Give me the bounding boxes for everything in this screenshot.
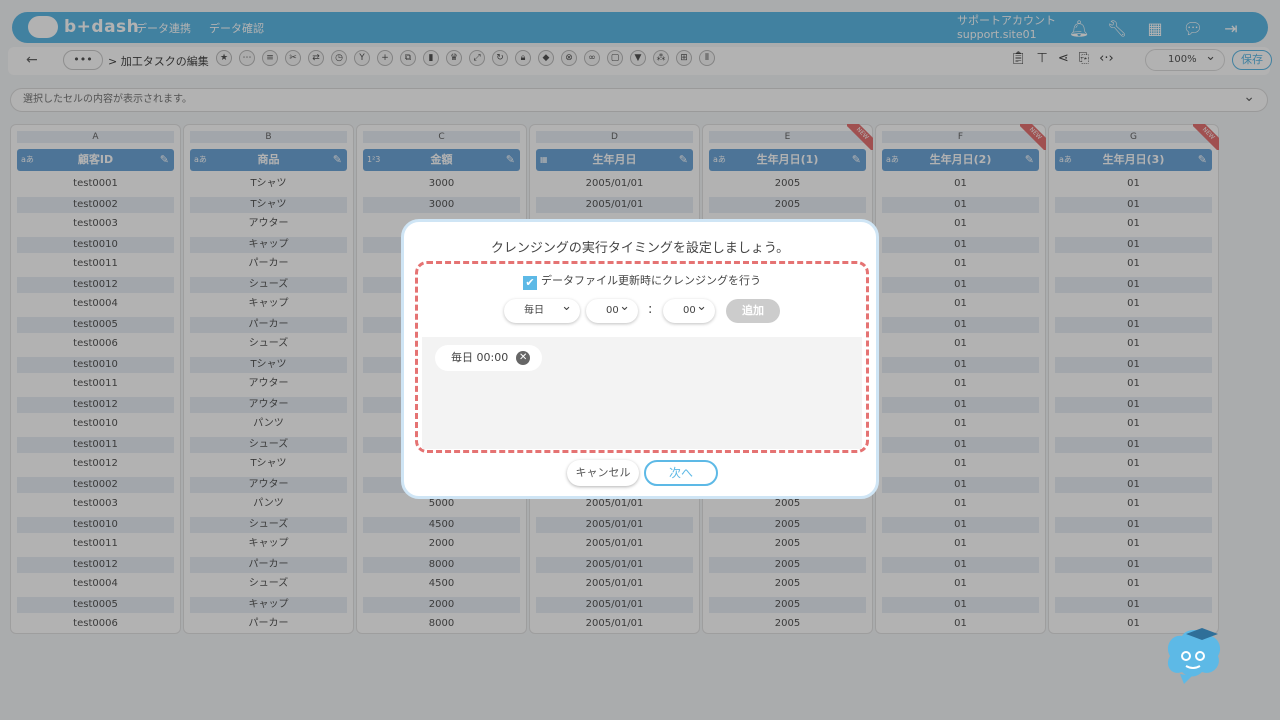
cleansing-checkbox-row[interactable]: ✔ データファイル更新時にクレンジングを行う xyxy=(418,272,866,290)
cancel-button[interactable]: キャンセル xyxy=(567,460,639,486)
schedule-chip-label: 毎日 00:00 xyxy=(451,351,509,364)
time-separator: : xyxy=(648,302,653,317)
checkbox-label: データファイル更新時にクレンジングを行う xyxy=(541,274,761,287)
schedule-chip: 毎日 00:00 ✕ xyxy=(435,345,543,371)
add-schedule-button[interactable]: 追加 xyxy=(726,299,780,323)
frequency-select[interactable]: 毎日 xyxy=(504,295,580,323)
highlight-region: ✔ データファイル更新時にクレンジングを行う 毎日 00 : 00 追加 毎日 0… xyxy=(415,261,869,453)
cleansing-timing-dialog: クレンジングの実行タイミングを設定しましょう。 ✔ データファイル更新時にクレンジ… xyxy=(401,219,879,499)
hour-select[interactable]: 00 xyxy=(586,295,638,323)
schedule-list: 毎日 00:00 ✕ xyxy=(422,337,862,449)
checkbox-checked-icon[interactable]: ✔ xyxy=(523,276,537,290)
mascot-brain-icon[interactable] xyxy=(1162,626,1224,684)
minute-select[interactable]: 00 xyxy=(663,295,715,323)
dialog-title: クレンジングの実行タイミングを設定しましょう。 xyxy=(490,241,790,256)
remove-schedule-icon[interactable]: ✕ xyxy=(516,351,531,365)
next-button[interactable]: 次へ xyxy=(644,460,718,486)
